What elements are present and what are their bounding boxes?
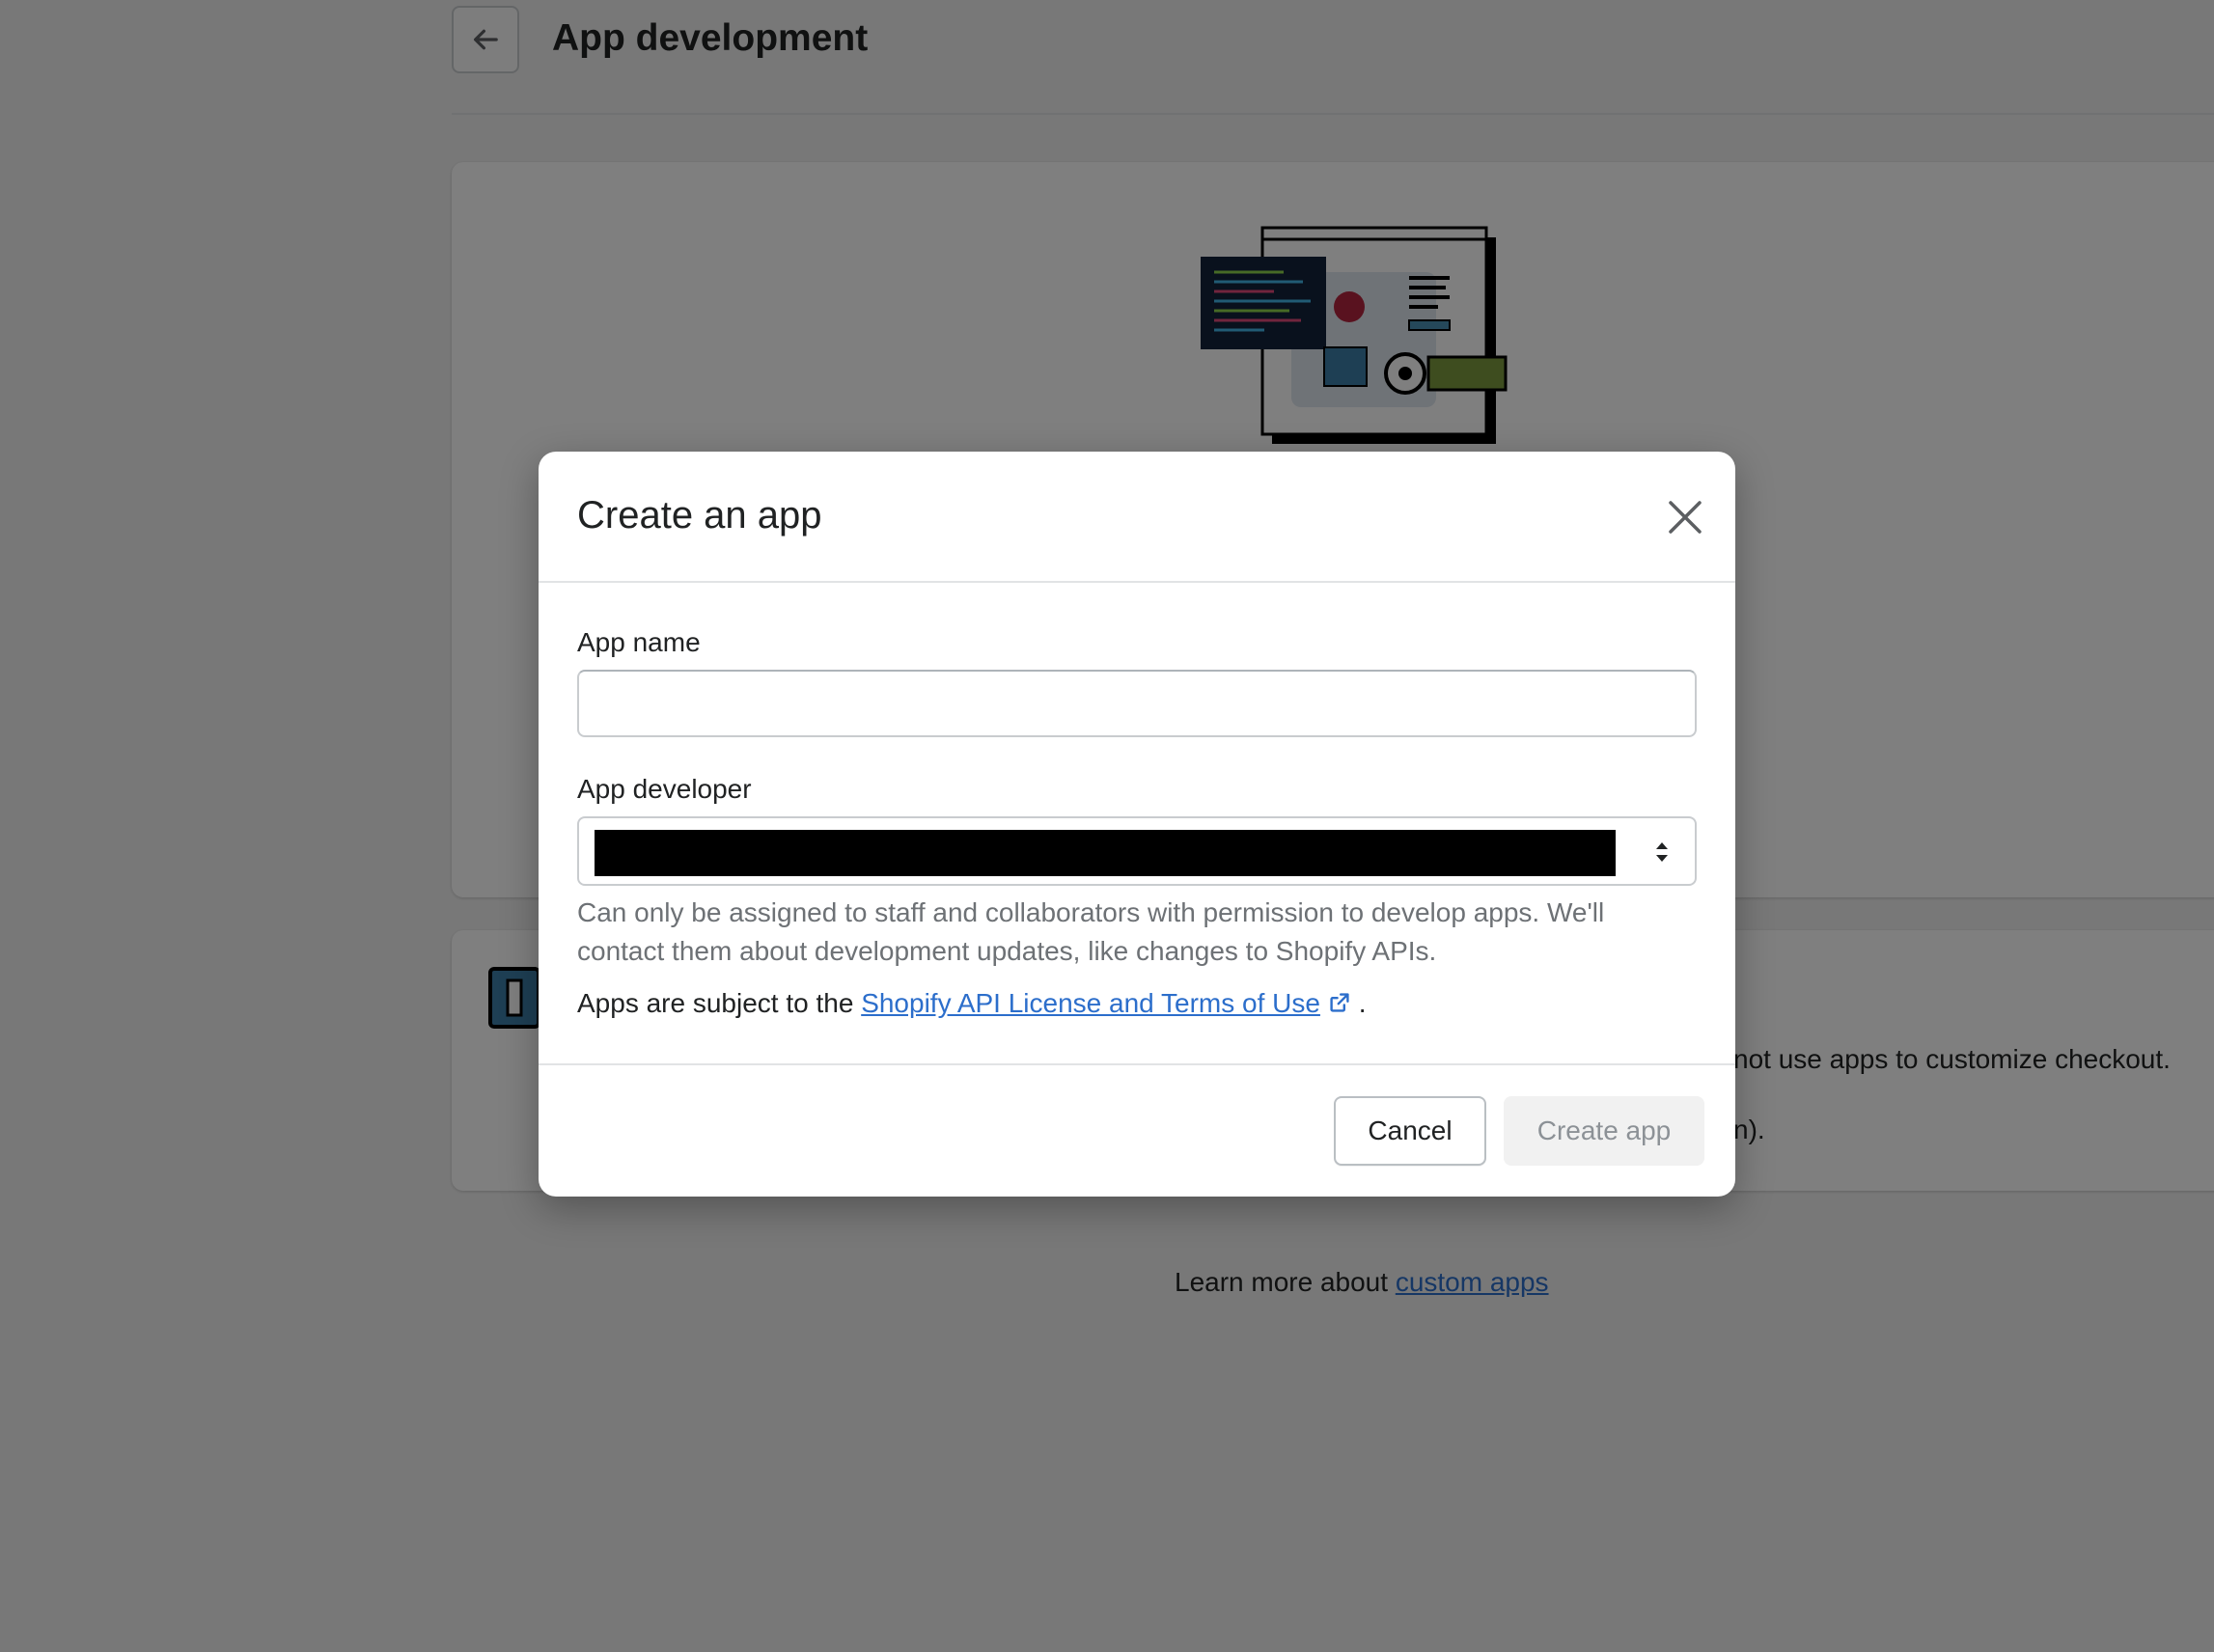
app-developer-help-text: Can only be assigned to staff and collab… bbox=[577, 897, 1605, 966]
app-name-input[interactable] bbox=[577, 670, 1697, 737]
app-developer-select[interactable] bbox=[577, 816, 1697, 886]
modal-header: Create an app bbox=[539, 452, 1735, 583]
modal-footer-divider bbox=[539, 1063, 1735, 1065]
app-developer-label: App developer bbox=[577, 774, 752, 804]
select-arrows-icon bbox=[1656, 842, 1668, 862]
external-link-icon bbox=[1330, 993, 1349, 1012]
app-name-label: App name bbox=[577, 627, 701, 657]
create-app-modal: Create an app App name App developer Can… bbox=[539, 452, 1735, 1197]
close-button[interactable] bbox=[1658, 490, 1712, 544]
terms-prefix: Apps are subject to the bbox=[577, 988, 862, 1018]
cancel-button[interactable]: Cancel bbox=[1334, 1096, 1486, 1166]
terms-link-text: Shopify API License and Terms of Use bbox=[861, 988, 1320, 1018]
close-icon bbox=[1669, 501, 1702, 534]
terms-link[interactable]: Shopify API License and Terms of Use bbox=[861, 988, 1351, 1018]
terms-suffix: . bbox=[1350, 988, 1367, 1018]
terms-line: Apps are subject to the Shopify API Lice… bbox=[577, 988, 1367, 1019]
app-developer-value bbox=[595, 830, 1616, 876]
modal-title: Create an app bbox=[577, 494, 822, 537]
create-app-button[interactable]: Create app bbox=[1504, 1096, 1704, 1166]
